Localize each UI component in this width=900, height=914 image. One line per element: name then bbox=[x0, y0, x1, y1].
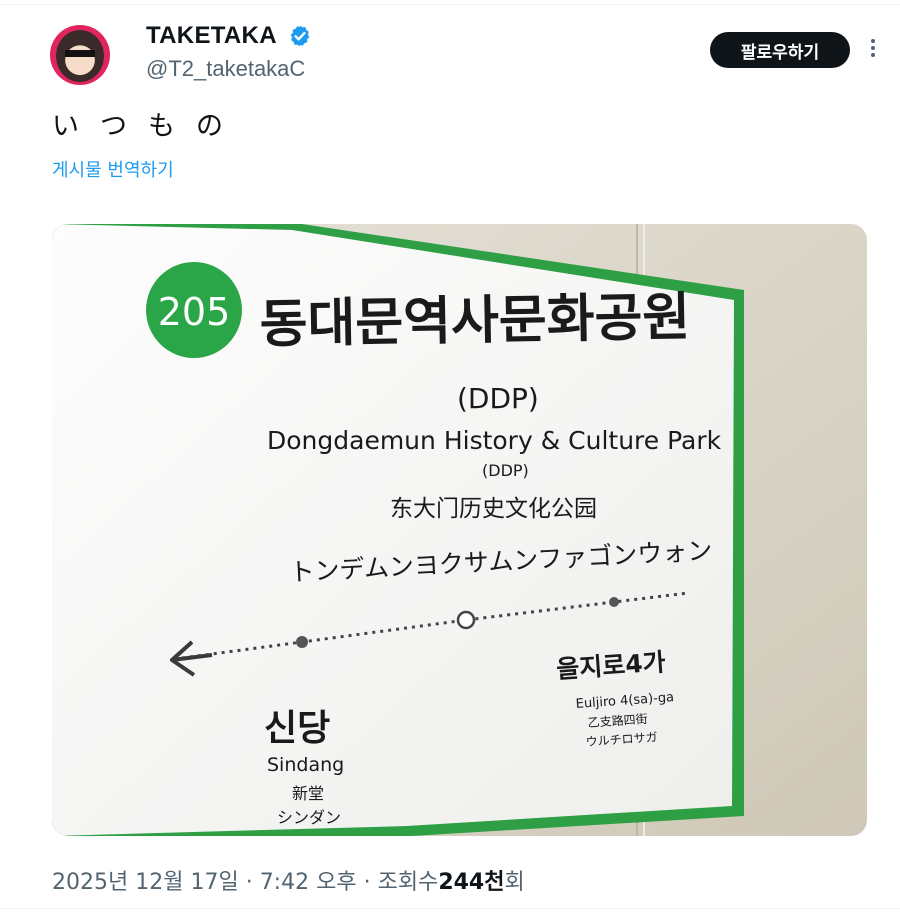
translate-link[interactable]: 게시물 번역하기 bbox=[52, 156, 174, 182]
route-stop-euljiro bbox=[609, 597, 619, 607]
post-photo[interactable]: 205 동대문역사문화공원 (DDP) Dongdaemun History &… bbox=[52, 224, 867, 836]
station-number: 205 bbox=[158, 290, 231, 334]
station-name-ko: 동대문역사문화공원 bbox=[259, 287, 691, 355]
left-station-zh: 新堂 bbox=[292, 784, 324, 803]
route-stop-current bbox=[456, 610, 476, 630]
station-name-zh: 东大门历史文化公园 bbox=[390, 496, 597, 522]
meta-separator: · bbox=[245, 870, 253, 895]
avatar[interactable] bbox=[50, 25, 110, 85]
left-station-ko: 신당 bbox=[264, 708, 330, 749]
left-station-ja: シンダン bbox=[277, 808, 341, 827]
station-sign-photo: 205 동대문역사문화공원 (DDP) Dongdaemun History &… bbox=[52, 224, 867, 836]
views-prefix: 조회수 bbox=[377, 870, 439, 895]
post-text: いつもの bbox=[52, 111, 244, 142]
post-date[interactable]: 2025년 12월 17일 bbox=[52, 870, 239, 895]
route-stop-sindang bbox=[296, 636, 308, 648]
verified-badge-icon bbox=[290, 25, 310, 47]
station-name-en: Dongdaemun History & Culture Park bbox=[267, 426, 722, 455]
post-time[interactable]: 7:42 오후 bbox=[260, 870, 357, 895]
more-dots-icon[interactable] bbox=[866, 36, 880, 64]
author-handle[interactable]: @T2_taketakaC bbox=[146, 56, 305, 82]
author-display-name[interactable]: TAKETAKA bbox=[146, 22, 277, 50]
left-station-en: Sindang bbox=[267, 754, 344, 776]
top-divider bbox=[0, 4, 900, 5]
bottom-divider bbox=[0, 908, 900, 909]
station-suffix-en: (DDP) bbox=[482, 461, 529, 480]
station-suffix: (DDP) bbox=[457, 382, 539, 415]
meta-separator: · bbox=[363, 870, 371, 895]
views-suffix: 회 bbox=[504, 870, 525, 895]
views-count: 244천 bbox=[438, 870, 505, 895]
post-meta: 2025년 12월 17일 · 7:42 오후 · 조회수244천회 bbox=[52, 864, 525, 896]
follow-button[interactable]: 팔로우하기 bbox=[710, 32, 850, 68]
avatar-eye-bar bbox=[65, 50, 95, 57]
